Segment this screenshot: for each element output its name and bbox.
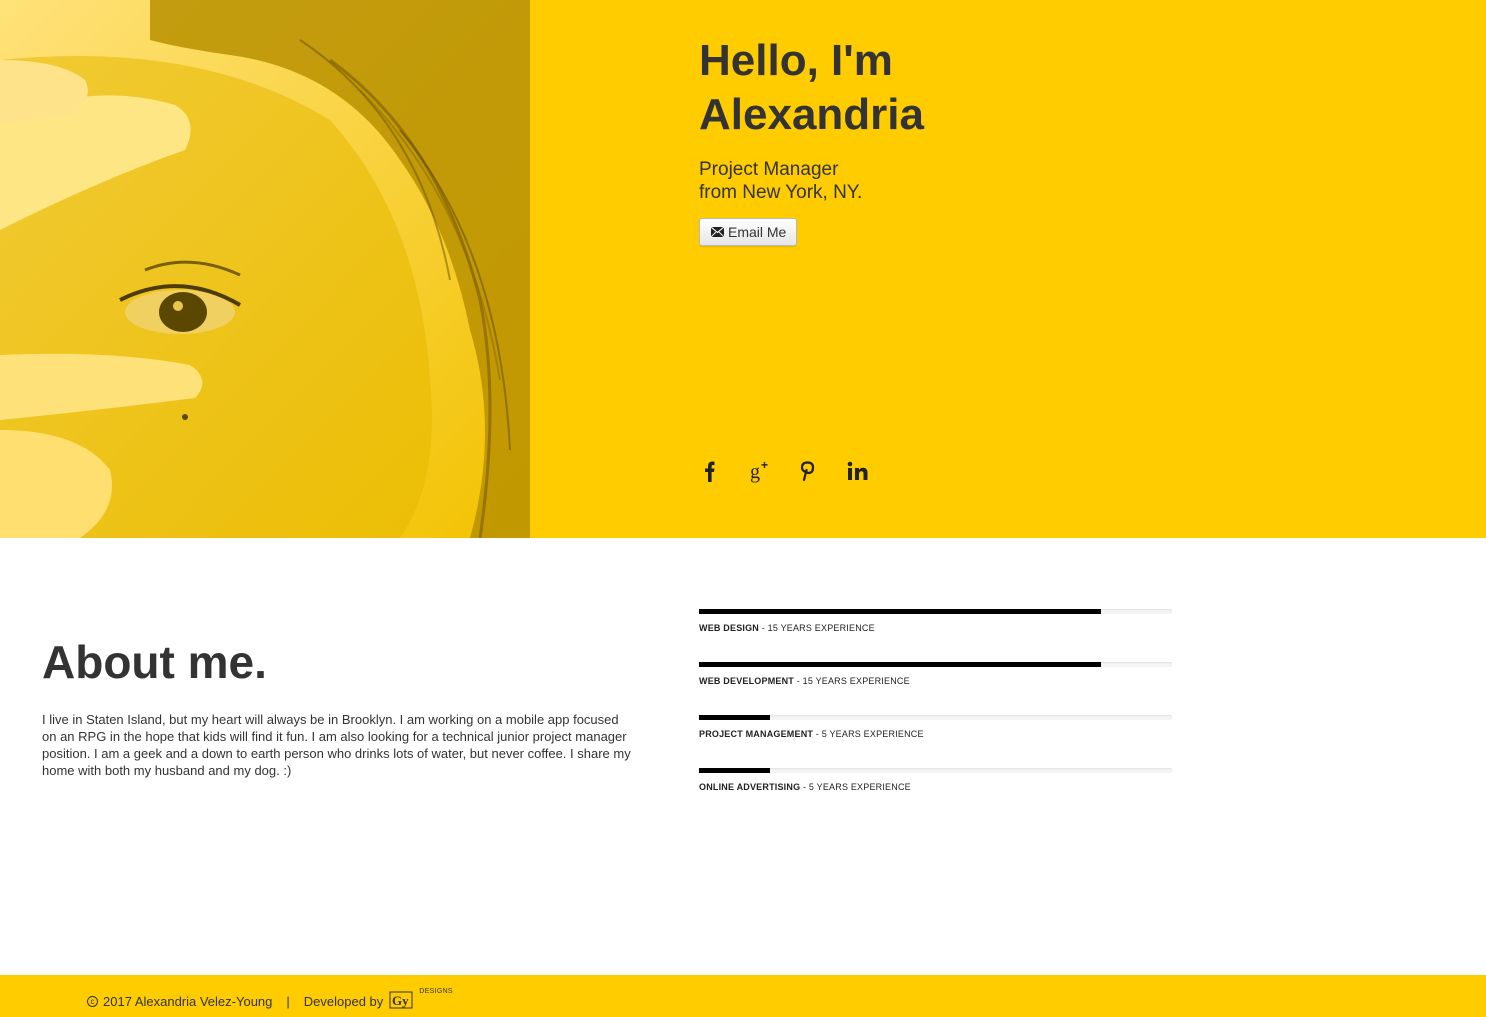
skill-detail: 15 YEARS EXPERIENCE — [802, 676, 910, 686]
skill-bar — [699, 715, 1172, 720]
skill-name: ONLINE ADVERTISING — [699, 782, 801, 792]
facebook-icon — [705, 461, 715, 482]
hero-location: from New York, NY. — [699, 182, 863, 203]
skill-label: WEB DEVELOPMENT - 15 YEARS EXPERIENCE — [699, 676, 910, 686]
hero-content: Hello, I'm Alexandria Project Manager fr… — [699, 34, 924, 246]
developer-logo-link[interactable]: Gy DESIGNS — [389, 988, 453, 1011]
about-title: About me. — [42, 636, 267, 688]
pinterest-icon — [800, 461, 815, 482]
footer-content: c 2017 Alexandria Velez-Young | Develope… — [87, 988, 453, 1011]
pinterest-link[interactable] — [797, 458, 846, 484]
skill-bar — [699, 662, 1172, 667]
developer-logo-suffix: DESIGNS — [419, 988, 453, 995]
linkedin-link[interactable] — [846, 458, 895, 484]
copyright-icon: c — [87, 995, 98, 1007]
skill-bar-fill — [699, 715, 770, 720]
skill-item: ONLINE ADVERTISING - 5 YEARS EXPERIENCE — [699, 768, 1172, 821]
svg-text:+: + — [761, 458, 768, 472]
skill-bar-fill — [699, 768, 770, 773]
skill-detail: 5 YEARS EXPERIENCE — [821, 729, 924, 739]
skill-name: WEB DEVELOPMENT — [699, 676, 795, 686]
hero-title: Hello, I'm Alexandria — [699, 34, 924, 142]
skill-detail: 15 YEARS EXPERIENCE — [767, 623, 875, 633]
skill-item: PROJECT MANAGEMENT - 5 YEARS EXPERIENCE — [699, 715, 1172, 768]
skill-bar-fill — [699, 609, 1102, 614]
hero-role: Project Manager — [699, 159, 839, 180]
linkedin-icon — [847, 461, 868, 480]
google-plus-icon: g + — [750, 458, 768, 483]
developer-logo-text: Gy — [392, 993, 409, 1008]
skill-bar — [699, 609, 1172, 614]
skill-bar-fill — [699, 662, 1102, 667]
footer-developed-by: Developed by — [303, 993, 384, 1009]
hero-title-line2: Alexandria — [699, 90, 924, 139]
skill-item: WEB DESIGN - 15 YEARS EXPERIENCE — [699, 609, 1172, 662]
svg-text:g: g — [750, 461, 760, 483]
skill-name: WEB DESIGN — [699, 623, 760, 633]
footer-separator: | — [286, 993, 290, 1009]
skill-label: WEB DESIGN - 15 YEARS EXPERIENCE — [699, 623, 875, 633]
skill-label: PROJECT MANAGEMENT - 5 YEARS EXPERIENCE — [699, 729, 924, 739]
about-text: I live in Staten Island, but my heart wi… — [42, 712, 631, 778]
email-me-button[interactable]: Email Me — [699, 218, 798, 246]
social-links: g + — [699, 458, 895, 484]
skill-bar — [699, 768, 1172, 773]
hero-subtitle: Project Manager from New York, NY. — [699, 158, 924, 204]
footer: c 2017 Alexandria Velez-Young | Develope… — [0, 975, 1486, 1017]
skill-item: WEB DEVELOPMENT - 15 YEARS EXPERIENCE — [699, 662, 1172, 715]
google-plus-link[interactable]: g + — [748, 458, 797, 484]
portrait-image — [0, 0, 530, 538]
skill-name: PROJECT MANAGEMENT — [699, 729, 814, 739]
developer-logo: Gy — [389, 991, 413, 1009]
skills-list: WEB DESIGN - 15 YEARS EXPERIENCE WEB DEV… — [699, 609, 1172, 821]
footer-copyright: 2017 Alexandria Velez-Young — [103, 993, 273, 1009]
hero-title-line1: Hello, I'm — [699, 36, 893, 85]
hero-section: Hello, I'm Alexandria Project Manager fr… — [0, 0, 1486, 538]
envelope-icon — [711, 227, 724, 237]
skill-detail: 5 YEARS EXPERIENCE — [808, 782, 911, 792]
facebook-link[interactable] — [699, 458, 748, 484]
skill-label: ONLINE ADVERTISING - 5 YEARS EXPERIENCE — [699, 782, 911, 792]
email-me-label: Email Me — [728, 224, 787, 240]
